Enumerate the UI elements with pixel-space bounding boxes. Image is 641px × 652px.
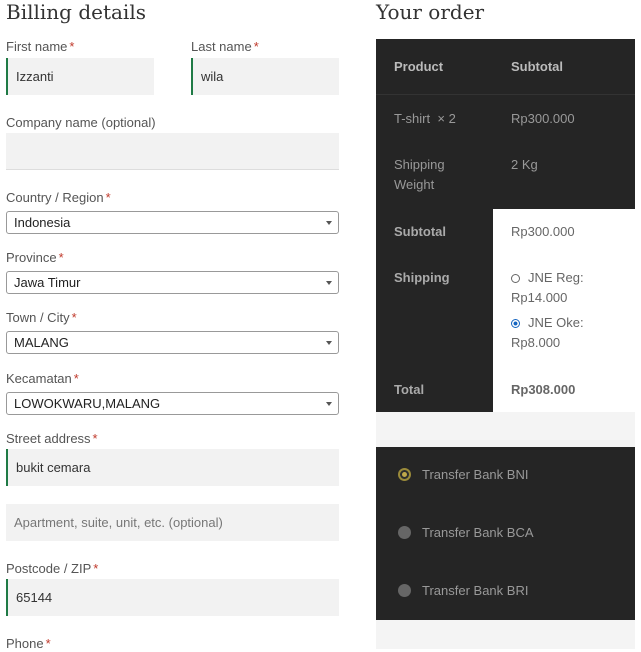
country-select[interactable]: Indonesia (6, 211, 339, 234)
company-label: Company name (optional) (6, 115, 156, 130)
radio-icon[interactable] (511, 274, 520, 284)
last-name-input[interactable]: wila (191, 58, 339, 95)
country-label: Country / Region * (6, 190, 111, 205)
order-title: Your order (376, 0, 485, 24)
item-subtotal: Rp300.000 (511, 111, 575, 126)
chevron-down-icon (326, 280, 332, 285)
subtotal-value: Rp300.000 (511, 224, 575, 239)
radio-selected-icon[interactable] (398, 468, 411, 481)
total-value: Rp308.000 (511, 382, 576, 397)
last-name-label: Last name * (191, 39, 259, 54)
shipping-label: Shipping (394, 270, 450, 285)
shipping-option-jne-oke[interactable]: JNE Oke: Rp8.000 (511, 313, 621, 353)
company-input[interactable] (6, 133, 339, 170)
kecamatan-select[interactable]: LOWOKWARU,MALANG (6, 392, 339, 415)
radio-icon[interactable] (398, 584, 411, 597)
country-value: Indonesia (14, 215, 71, 230)
town-value: MALANG (14, 335, 69, 350)
postcode-input[interactable]: 65144 (6, 579, 339, 616)
payment-option-bni[interactable]: Transfer Bank BNI (398, 467, 528, 482)
order-spacer (376, 412, 635, 447)
province-label: Province * (6, 250, 64, 265)
town-select[interactable]: MALANG (6, 331, 339, 354)
payment-option-bri[interactable]: Transfer Bank BRI (398, 583, 528, 598)
postcode-label: Postcode / ZIP * (6, 561, 99, 576)
total-label: Total (394, 382, 425, 397)
weight-label: Shipping Weight (394, 157, 445, 192)
chevron-down-icon (326, 401, 332, 406)
radio-selected-icon[interactable] (511, 319, 520, 329)
province-value: Jawa Timur (14, 275, 81, 290)
shipping-option-jne-reg[interactable]: JNE Reg: Rp14.000 (511, 268, 621, 308)
billing-title: Billing details (6, 0, 146, 24)
street-input[interactable]: bukit cemara (6, 449, 339, 486)
province-select[interactable]: Jawa Timur (6, 271, 339, 294)
col-subtotal: Subtotal (511, 59, 563, 74)
kecamatan-value: LOWOKWARU,MALANG (14, 396, 161, 411)
first-name-label: First name * (6, 39, 75, 54)
street-label: Street address * (6, 431, 98, 446)
weight-value: 2 Kg (511, 157, 538, 172)
phone-label: Phone * (6, 636, 51, 651)
divider (376, 94, 635, 95)
subtotal-label: Subtotal (394, 224, 446, 239)
col-product: Product (394, 59, 444, 74)
item-name: T-shirt × 2 (394, 111, 456, 126)
apartment-input[interactable]: Apartment, suite, unit, etc. (optional) (6, 504, 339, 541)
kecamatan-label: Kecamatan * (6, 371, 79, 386)
chevron-down-icon (326, 340, 332, 345)
chevron-down-icon (326, 220, 332, 225)
payment-footer (376, 620, 635, 649)
town-label: Town / City * (6, 310, 77, 325)
first-name-input[interactable]: Izzanti (6, 58, 154, 95)
radio-icon[interactable] (398, 526, 411, 539)
payment-option-bca[interactable]: Transfer Bank BCA (398, 525, 534, 540)
